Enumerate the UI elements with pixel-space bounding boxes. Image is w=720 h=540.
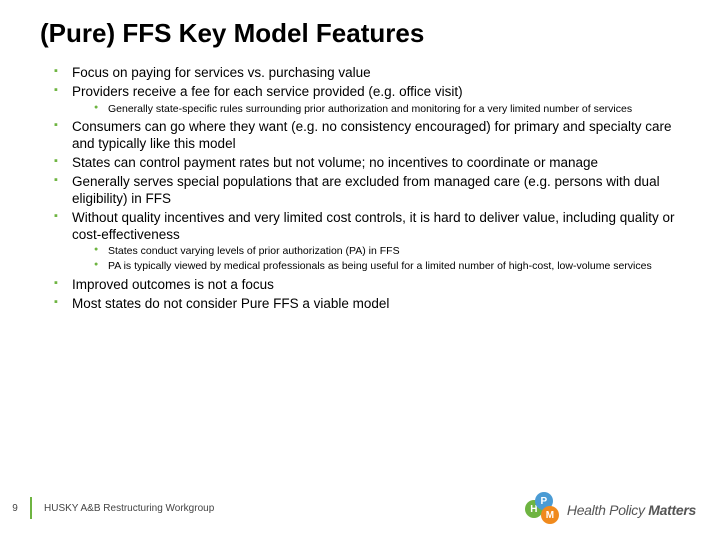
bullet-item: Focus on paying for services vs. purchas… — [54, 65, 690, 82]
bullet-text: Most states do not consider Pure FFS a v… — [72, 296, 389, 311]
logo-word-bold: Matters — [648, 502, 696, 518]
bullet-text: Providers receive a fee for each service… — [72, 84, 463, 99]
sub-bullet-text: PA is typically viewed by medical profes… — [108, 260, 652, 272]
sub-bullet-item: Generally state-specific rules surroundi… — [94, 103, 690, 116]
bullet-text: Generally serves special populations tha… — [72, 174, 660, 206]
bullet-item: Improved outcomes is not a focus — [54, 277, 690, 294]
logo-word: Policy — [609, 502, 645, 518]
footer-text: HUSKY A&B Restructuring Workgroup — [44, 503, 214, 514]
slide-content: Focus on paying for services vs. purchas… — [40, 65, 690, 312]
slide-title: (Pure) FFS Key Model Features — [40, 18, 690, 49]
sub-bullet-item: PA is typically viewed by medical profes… — [94, 260, 690, 273]
logo-mark-icon: H P M — [525, 492, 561, 528]
bullet-item: Without quality incentives and very limi… — [54, 210, 690, 273]
sub-bullet-text: States conduct varying levels of prior a… — [108, 245, 400, 257]
sub-bullet-item: States conduct varying levels of prior a… — [94, 245, 690, 258]
bullet-item: Providers receive a fee for each service… — [54, 84, 690, 115]
bullet-item: States can control payment rates but not… — [54, 155, 690, 172]
bullet-text: States can control payment rates but not… — [72, 155, 598, 170]
slide: (Pure) FFS Key Model Features Focus on p… — [0, 0, 720, 540]
brand-logo: H P M Health Policy Matters — [525, 492, 696, 528]
bullet-text: Without quality incentives and very limi… — [72, 210, 675, 242]
logo-word: Health — [567, 502, 606, 518]
bullet-item: Consumers can go where they want (e.g. n… — [54, 119, 690, 153]
logo-text: Health Policy Matters — [567, 502, 696, 518]
bullet-text: Consumers can go where they want (e.g. n… — [72, 119, 672, 151]
bullet-list: Focus on paying for services vs. purchas… — [40, 65, 690, 312]
bullet-text: Improved outcomes is not a focus — [72, 277, 274, 292]
sub-bullet-list: Generally state-specific rules surroundi… — [72, 103, 690, 116]
footer-divider — [30, 497, 32, 519]
page-number: 9 — [0, 503, 30, 514]
bullet-item: Generally serves special populations tha… — [54, 174, 690, 208]
sub-bullet-text: Generally state-specific rules surroundi… — [108, 103, 632, 115]
sub-bullet-list: States conduct varying levels of prior a… — [72, 245, 690, 272]
bullet-text: Focus on paying for services vs. purchas… — [72, 65, 371, 80]
bullet-item: Most states do not consider Pure FFS a v… — [54, 296, 690, 313]
logo-circle-m: M — [541, 506, 559, 524]
